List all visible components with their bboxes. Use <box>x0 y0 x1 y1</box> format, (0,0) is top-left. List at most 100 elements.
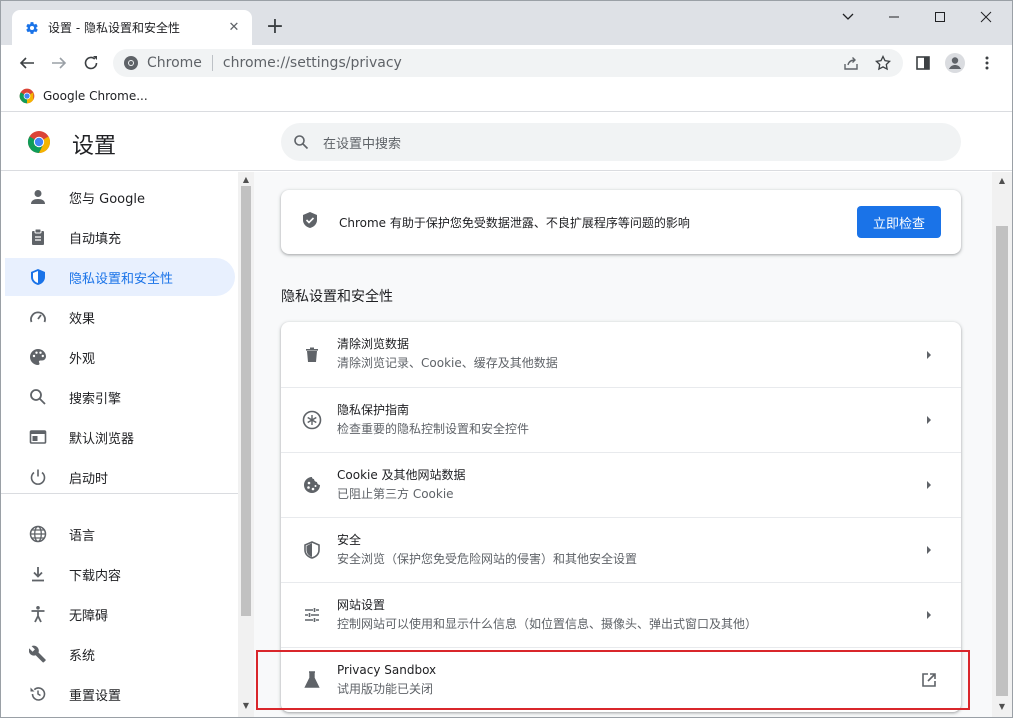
person-icon <box>27 186 49 208</box>
forward-button[interactable] <box>45 49 73 77</box>
chrome-logo-icon <box>19 88 35 104</box>
minimize-button[interactable] <box>871 1 917 33</box>
download-icon <box>27 563 49 585</box>
browser-window: 设置 - 隐私设置和安全性 ✕ + Chrome chrome://settin… <box>0 0 1013 718</box>
row-site-settings[interactable]: 网站设置 控制网站可以使用和显示什么信息（如位置信息、摄像头、弹出式窗口及其他） <box>281 582 961 647</box>
main-scroll-thumb[interactable] <box>996 226 1008 696</box>
new-tab-button[interactable]: + <box>263 15 287 39</box>
globe-icon <box>27 523 49 545</box>
side-panel-button[interactable] <box>911 51 935 75</box>
menu-button[interactable] <box>975 51 999 75</box>
maximize-icon <box>935 12 945 22</box>
close-window-icon <box>980 11 992 23</box>
row-subtitle: 控制网站可以使用和显示什么信息（如位置信息、摄像头、弹出式窗口及其他） <box>337 616 758 631</box>
scroll-up-arrow-icon[interactable]: ▲ <box>997 176 1007 185</box>
row-title: Cookie 及其他网站数据 <box>337 467 466 482</box>
share-icon <box>844 57 858 70</box>
sidebar-item-privacy[interactable]: 隐私设置和安全性 <box>5 258 235 296</box>
chrome-logo-icon <box>28 131 50 153</box>
check-now-button[interactable]: 立即检查 <box>857 206 941 238</box>
tab-settings[interactable]: 设置 - 隐私设置和安全性 ✕ <box>12 10 252 45</box>
toolbar: Chrome chrome://settings/privacy <box>1 45 1012 81</box>
sidebar-item-you-and-google[interactable]: 您与 Google <box>5 178 235 216</box>
row-title: 清除浏览数据 <box>337 337 410 351</box>
back-button[interactable] <box>13 49 41 77</box>
tab-search-button[interactable] <box>825 1 871 33</box>
sidebar-scroll-thumb[interactable] <box>241 186 251 616</box>
address-bar[interactable]: Chrome chrome://settings/privacy <box>113 49 903 77</box>
sidebar-item-on-startup[interactable]: 启动时 <box>5 458 235 496</box>
sidebar-item-label: 外观 <box>69 351 96 367</box>
tab-title: 设置 - 隐私设置和安全性 <box>48 21 180 35</box>
bookmark-item[interactable]: Google Chrome... <box>43 89 148 103</box>
maximize-button[interactable] <box>917 1 963 33</box>
sidebar-item-autofill[interactable]: 自动填充 <box>5 218 235 256</box>
url-text[interactable]: chrome://settings/privacy <box>223 55 402 71</box>
sidebar-item-appearance[interactable]: 外观 <box>5 338 235 376</box>
reload-icon <box>84 56 98 70</box>
sidebar-item-languages[interactable]: 语言 <box>5 515 235 553</box>
sidebar-item-label: 效果 <box>69 311 96 327</box>
chrome-site-icon <box>124 56 138 70</box>
highlight-annotation <box>256 650 970 710</box>
sidebar-item-system[interactable]: 系统 <box>5 635 235 673</box>
chevron-right-icon <box>917 408 941 432</box>
browser-window-icon <box>27 426 49 448</box>
sidebar-item-reset[interactable]: 重置设置 <box>5 675 235 713</box>
sidebar-item-search-engine[interactable]: 搜索引擎 <box>5 378 235 416</box>
avatar-icon <box>945 53 965 73</box>
shield-icon <box>27 266 49 288</box>
search-input[interactable]: 在设置中搜索 <box>281 123 961 161</box>
row-privacy-guide[interactable]: 隐私保护指南 检查重要的隐私控制设置和安全控件 <box>281 387 961 452</box>
scroll-down-arrow-icon[interactable]: ▼ <box>997 702 1007 711</box>
sidebar-item-label: 启动时 <box>69 471 109 487</box>
gear-icon <box>24 20 40 36</box>
page-title: 设置 <box>72 134 117 159</box>
sidebar-item-performance[interactable]: 效果 <box>5 298 235 336</box>
security-shield-icon <box>301 211 319 233</box>
close-window-button[interactable] <box>963 1 1009 33</box>
trash-icon <box>301 344 323 366</box>
section-title: 隐私设置和安全性 <box>281 289 393 305</box>
main-scrollbar[interactable]: ▲ ▼ <box>992 172 1012 717</box>
more-vert-icon <box>985 56 989 70</box>
row-security[interactable]: 安全 安全浏览（保护您免受危险网站的侵害）和其他安全设置 <box>281 517 961 582</box>
sidebar-item-default-browser[interactable]: 默认浏览器 <box>5 418 235 456</box>
sidebar-item-label: 您与 Google <box>69 191 145 207</box>
power-icon <box>27 466 49 488</box>
scroll-up-arrow-icon[interactable]: ▲ <box>242 176 250 184</box>
sidebar-item-label: 自动填充 <box>69 231 122 247</box>
sidebar-item-accessibility[interactable]: 无障碍 <box>5 595 235 633</box>
sidebar-item-downloads[interactable]: 下载内容 <box>5 555 235 593</box>
profile-button[interactable] <box>943 51 967 75</box>
chevron-down-icon <box>842 13 854 20</box>
sidebar-divider <box>1 493 238 494</box>
privacy-guide-icon <box>301 409 323 431</box>
row-clear-browsing-data[interactable]: 清除浏览数据 清除浏览记录、Cookie、缓存及其他数据 <box>281 322 961 387</box>
side-panel-icon <box>916 56 930 70</box>
reload-button[interactable] <box>77 49 105 77</box>
scroll-down-arrow-icon[interactable]: ▼ <box>242 702 250 710</box>
safety-check-message: Chrome 有助于保护您免受数据泄露、不良扩展程序等问题的影响 <box>339 215 690 230</box>
sidebar-item-label: 搜索引擎 <box>69 391 122 407</box>
bookmark-star-button[interactable] <box>871 51 895 75</box>
sidebar-scrollbar[interactable]: ▲ ▼ <box>238 172 254 717</box>
security-shield-icon <box>301 539 323 561</box>
tab-strip: 设置 - 隐私设置和安全性 ✕ + <box>1 1 1012 45</box>
chevron-right-icon <box>917 343 941 367</box>
search-icon <box>294 135 309 150</box>
sidebar-item-label: 语言 <box>69 528 96 544</box>
star-icon <box>875 55 891 71</box>
wrench-icon <box>27 643 49 665</box>
site-chip-label: Chrome <box>147 55 202 71</box>
share-button[interactable] <box>839 51 863 75</box>
row-cookies[interactable]: Cookie 及其他网站数据 已阻止第三方 Cookie <box>281 452 961 517</box>
sidebar-item-label: 隐私设置和安全性 <box>69 271 174 287</box>
restore-icon <box>27 683 49 705</box>
main-content: Chrome 有助于保护您免受数据泄露、不良扩展程序等问题的影响 立即检查 隐私… <box>254 172 992 717</box>
chevron-right-icon <box>917 603 941 627</box>
sidebar-item-label: 系统 <box>69 648 96 664</box>
settings-header: 设置 在设置中搜索 <box>1 113 1012 171</box>
close-icon[interactable]: ✕ <box>226 20 242 36</box>
sidebar-item-label: 无障碍 <box>69 608 109 624</box>
